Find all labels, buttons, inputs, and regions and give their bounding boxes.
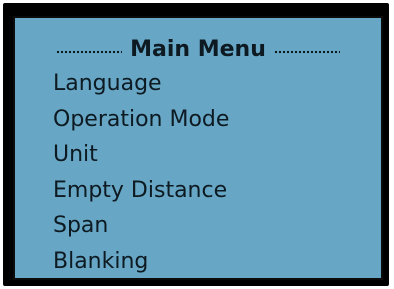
device-frame: Main Menu Language Operation Mode Unit E… bbox=[3, 3, 389, 286]
right-dotted-divider bbox=[273, 49, 340, 54]
menu-title: Main Menu bbox=[130, 37, 266, 62]
left-dotted-divider bbox=[56, 49, 123, 54]
main-menu-list: Language Operation Mode Unit Empty Dista… bbox=[53, 66, 229, 279]
menu-header: Main Menu bbox=[15, 35, 381, 65]
menu-item-operation-mode[interactable]: Operation Mode bbox=[53, 102, 229, 138]
menu-item-unit[interactable]: Unit bbox=[53, 137, 229, 173]
menu-item-empty-distance[interactable]: Empty Distance bbox=[53, 173, 229, 209]
menu-item-language[interactable]: Language bbox=[53, 66, 229, 102]
lcd-display: Main Menu Language Operation Mode Unit E… bbox=[13, 16, 383, 280]
menu-item-blanking[interactable]: Blanking bbox=[53, 244, 229, 280]
menu-item-span[interactable]: Span bbox=[53, 208, 229, 244]
